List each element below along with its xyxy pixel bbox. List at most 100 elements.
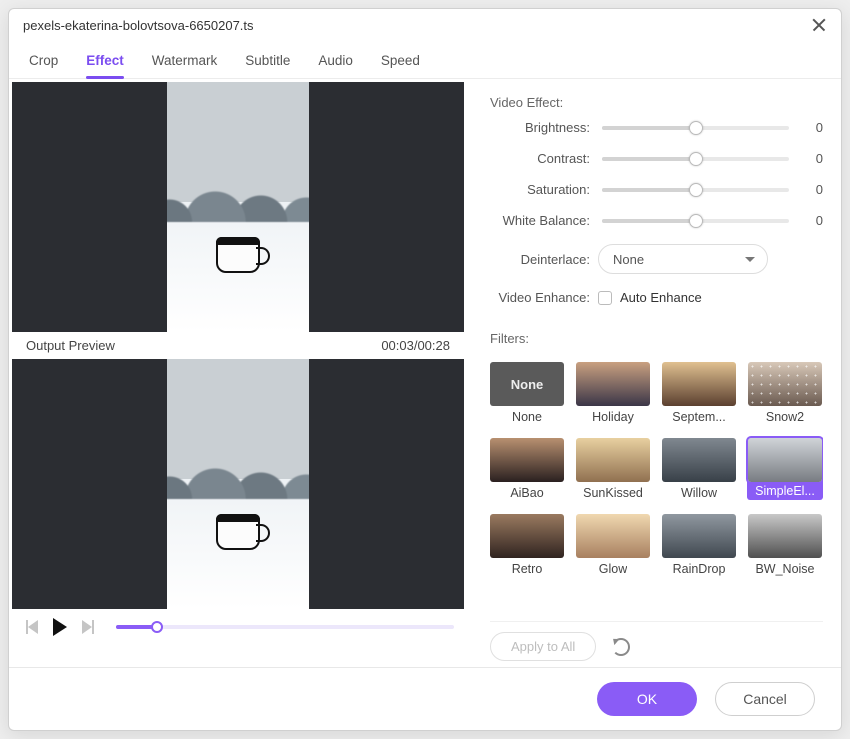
filter-thumb <box>490 514 564 558</box>
saturation-row: Saturation: 0 <box>490 182 823 197</box>
filter-thumb <box>748 362 822 406</box>
timeline-thumb[interactable] <box>151 621 163 633</box>
editor-window: pexels-ekaterina-bolovtsova-6650207.ts C… <box>8 8 842 731</box>
tab-crop[interactable]: Crop <box>29 47 58 78</box>
slider-thumb[interactable] <box>689 214 703 228</box>
play-button[interactable] <box>50 617 70 637</box>
filter-thumb <box>662 514 736 558</box>
filter-thumb <box>748 514 822 558</box>
brightness-value: 0 <box>805 120 823 135</box>
filter-label: RainDrop <box>673 562 726 576</box>
filter-willow[interactable]: Willow <box>662 438 736 500</box>
filter-label: Holiday <box>592 410 634 424</box>
filter-glow[interactable]: Glow <box>576 514 650 576</box>
filter-thumb <box>576 362 650 406</box>
filter-thumb: None <box>490 362 564 406</box>
preview-column: Output Preview 00:03/00:28 <box>9 79 464 667</box>
filter-label: Glow <box>599 562 627 576</box>
output-frame <box>167 359 309 609</box>
deinterlace-label: Deinterlace: <box>490 252 598 267</box>
output-preview-label: Output Preview <box>26 338 115 353</box>
enhance-label: Video Enhance: <box>490 290 598 305</box>
filter-sunkissed[interactable]: SunKissed <box>576 438 650 500</box>
apply-to-all-button[interactable]: Apply to All <box>490 632 596 661</box>
play-icon <box>53 618 67 636</box>
filter-none[interactable]: None None <box>490 362 564 424</box>
filter-retro[interactable]: Retro <box>490 514 564 576</box>
filter-thumb <box>576 438 650 482</box>
brightness-row: Brightness: 0 <box>490 120 823 135</box>
output-preview <box>12 359 464 609</box>
enhance-row: Video Enhance: Auto Enhance <box>490 290 823 305</box>
tab-subtitle[interactable]: Subtitle <box>245 47 290 78</box>
white-balance-row: White Balance: 0 <box>490 213 823 228</box>
filter-label: SimpleEl... <box>747 482 823 500</box>
effects-panel: Video Effect: Brightness: 0 Contrast: 0 … <box>464 79 841 667</box>
filter-thumb <box>490 438 564 482</box>
saturation-value: 0 <box>805 182 823 197</box>
ok-button[interactable]: OK <box>597 682 697 716</box>
source-preview <box>12 82 464 332</box>
slider-thumb[interactable] <box>689 183 703 197</box>
filter-label: AiBao <box>510 486 543 500</box>
filter-label: SunKissed <box>583 486 643 500</box>
filters-scroll[interactable]: None None Holiday Septem... Snow2 AiBao SunKis… <box>490 356 823 615</box>
tab-watermark[interactable]: Watermark <box>152 47 218 78</box>
contrast-slider[interactable] <box>602 157 789 161</box>
saturation-slider[interactable] <box>602 188 789 192</box>
filter-label: BW_Noise <box>755 562 814 576</box>
filter-aibao[interactable]: AiBao <box>490 438 564 500</box>
white-balance-value: 0 <box>805 213 823 228</box>
close-icon[interactable] <box>811 17 827 33</box>
white-balance-slider[interactable] <box>602 219 789 223</box>
next-frame-button[interactable] <box>78 617 98 637</box>
slider-thumb[interactable] <box>689 121 703 135</box>
cancel-button[interactable]: Cancel <box>715 682 815 716</box>
deinterlace-row: Deinterlace: None <box>490 244 823 274</box>
filter-simpleel[interactable]: SimpleEl... <box>748 438 822 500</box>
body: Output Preview 00:03/00:28 <box>9 79 841 667</box>
filter-septem[interactable]: Septem... <box>662 362 736 424</box>
cup-graphic <box>216 237 260 273</box>
timeline-slider[interactable] <box>116 625 454 629</box>
titlebar: pexels-ekaterina-bolovtsova-6650207.ts <box>9 9 841 41</box>
filters-heading: Filters: <box>490 331 823 346</box>
filter-label: Snow2 <box>766 410 804 424</box>
tabs: Crop Effect Watermark Subtitle Audio Speed <box>9 41 841 79</box>
tab-effect[interactable]: Effect <box>86 47 124 78</box>
auto-enhance-label: Auto Enhance <box>620 290 702 305</box>
auto-enhance-checkbox[interactable] <box>598 291 612 305</box>
cup-graphic <box>216 514 260 550</box>
saturation-label: Saturation: <box>490 182 598 197</box>
brightness-slider[interactable] <box>602 126 789 130</box>
contrast-row: Contrast: 0 <box>490 151 823 166</box>
filter-thumb <box>748 438 822 482</box>
preview-frame <box>167 82 309 332</box>
timecode: 00:03/00:28 <box>381 338 450 353</box>
slider-thumb[interactable] <box>689 152 703 166</box>
video-effect-heading: Video Effect: <box>490 95 823 110</box>
filter-label: Septem... <box>672 410 726 424</box>
filter-label: Retro <box>512 562 543 576</box>
reset-icon[interactable] <box>612 638 630 656</box>
tab-audio[interactable]: Audio <box>318 47 353 78</box>
white-balance-label: White Balance: <box>490 213 598 228</box>
filter-snow2[interactable]: Snow2 <box>748 362 822 424</box>
contrast-label: Contrast: <box>490 151 598 166</box>
filter-bwnoise[interactable]: BW_Noise <box>748 514 822 576</box>
dialog-footer: OK Cancel <box>9 667 841 730</box>
window-title: pexels-ekaterina-bolovtsova-6650207.ts <box>23 18 254 33</box>
contrast-value: 0 <box>805 151 823 166</box>
filter-holiday[interactable]: Holiday <box>576 362 650 424</box>
filter-thumb <box>662 362 736 406</box>
filter-thumb <box>576 514 650 558</box>
playback-controls <box>12 609 464 643</box>
filter-thumb <box>662 438 736 482</box>
prev-frame-button[interactable] <box>22 617 42 637</box>
brightness-label: Brightness: <box>490 120 598 135</box>
filter-raindrop[interactable]: RainDrop <box>662 514 736 576</box>
tab-speed[interactable]: Speed <box>381 47 420 78</box>
preview-info-bar: Output Preview 00:03/00:28 <box>12 332 464 359</box>
filter-label: None <box>512 410 542 424</box>
deinterlace-select[interactable]: None <box>598 244 768 274</box>
